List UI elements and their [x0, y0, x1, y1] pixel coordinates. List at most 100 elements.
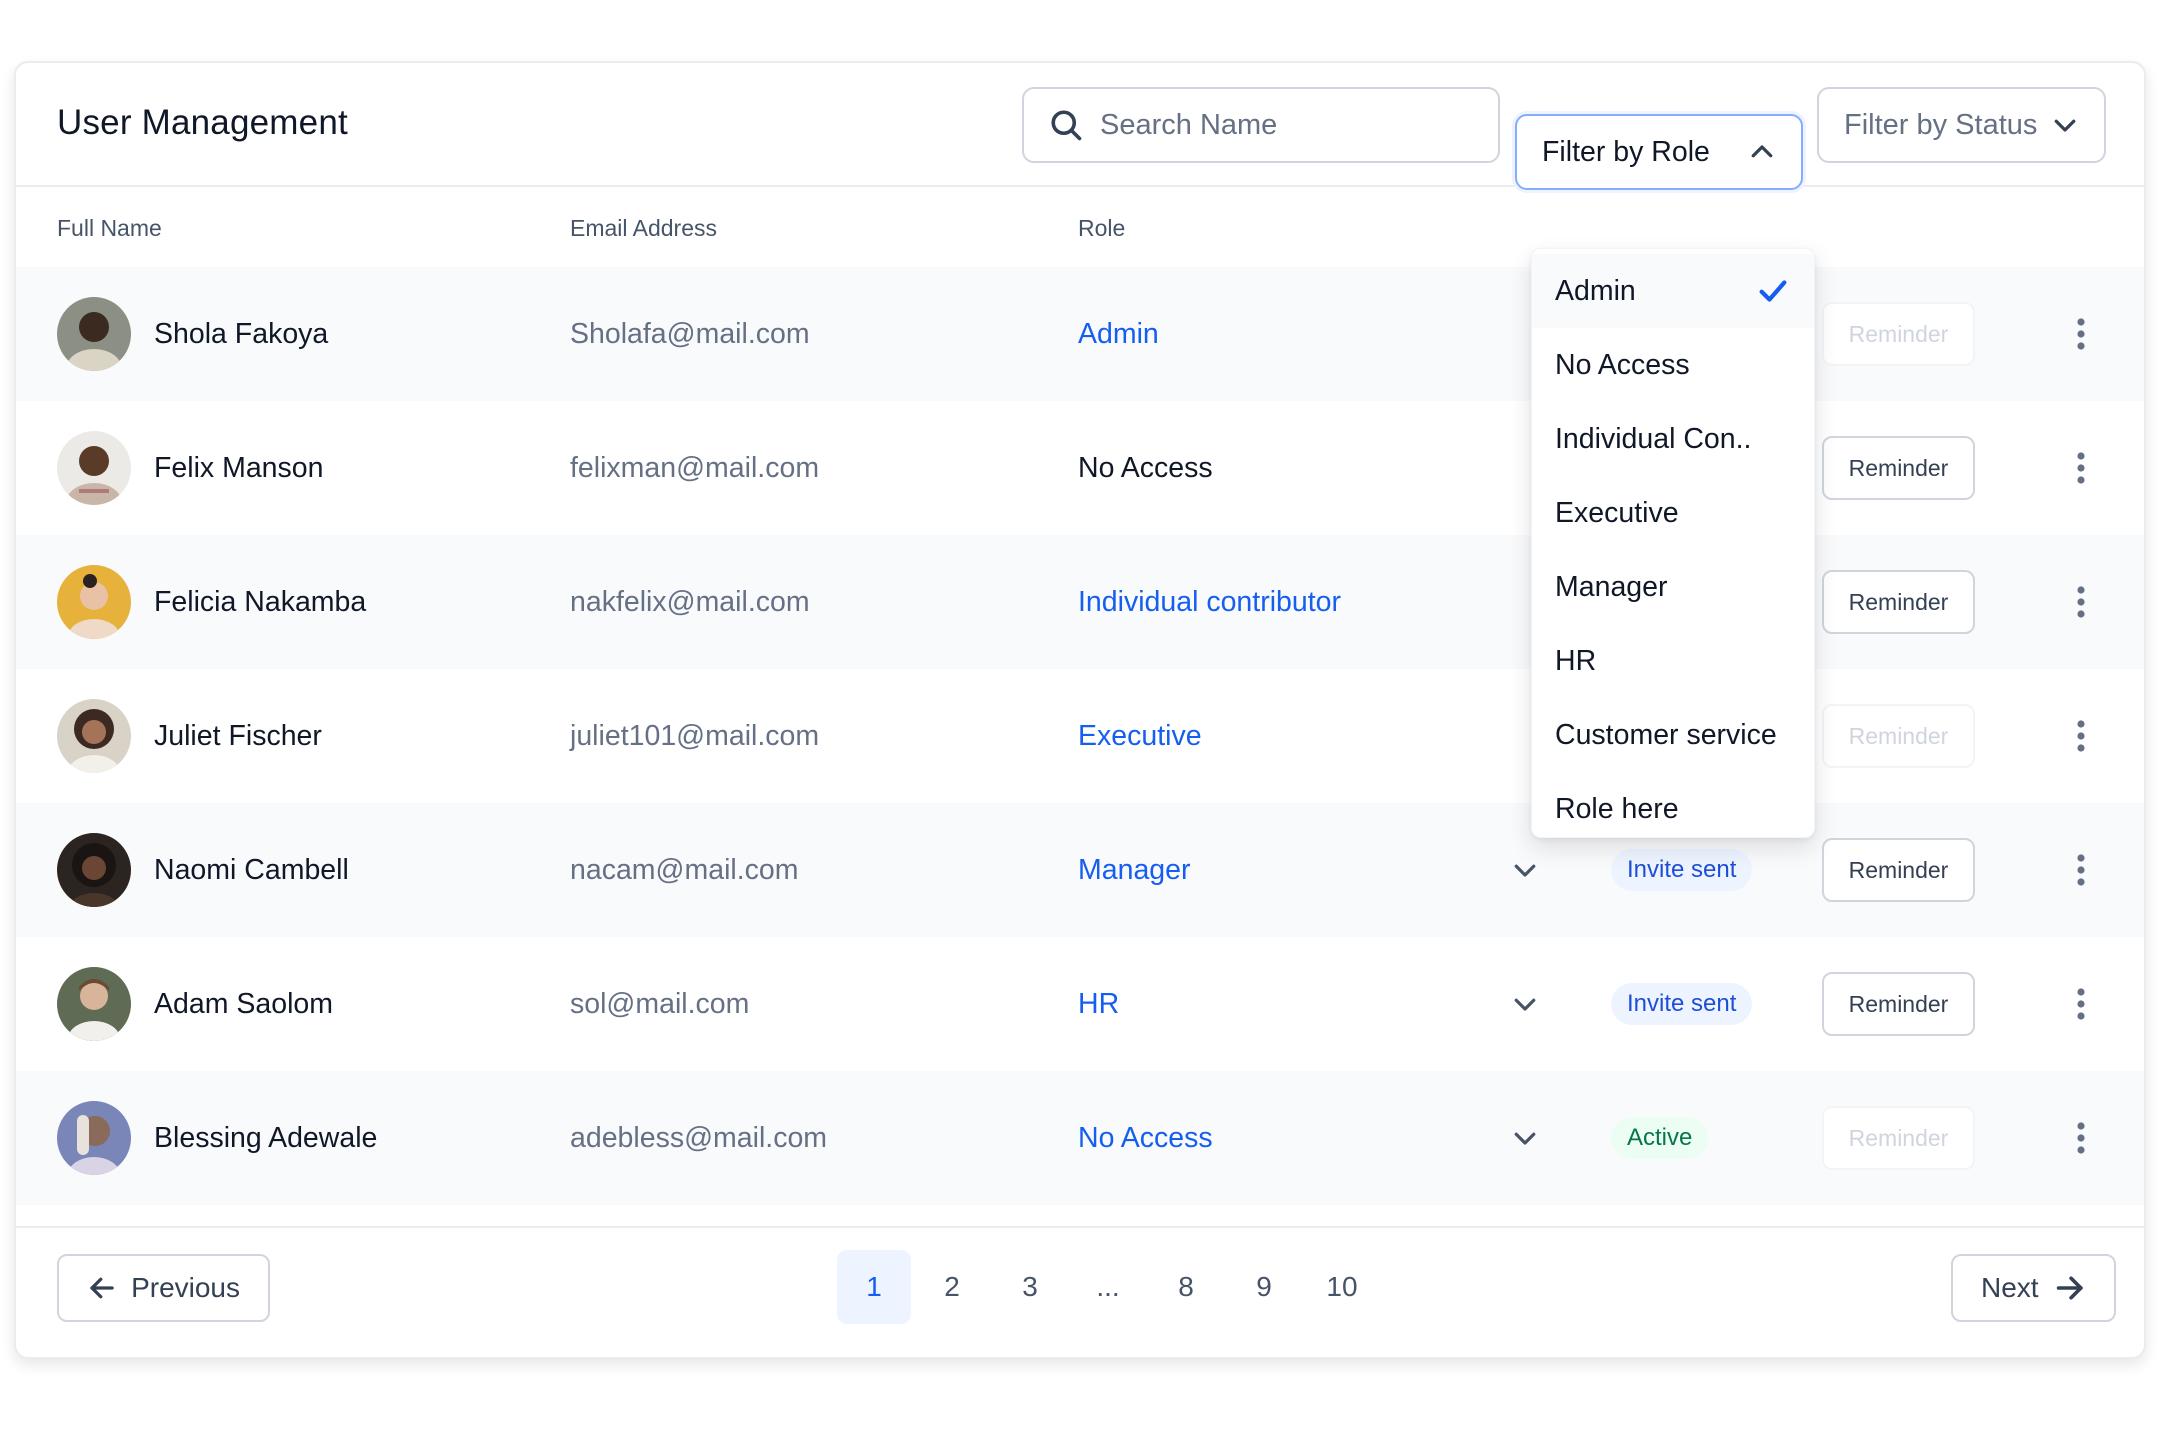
role-option-label: No Access [1555, 348, 1690, 381]
avatar [57, 833, 131, 907]
more-options-icon[interactable] [2075, 582, 2087, 622]
chevron-up-icon [1751, 145, 1773, 158]
table-row: Blessing Adewale adebless@mail.com No Ac… [16, 1071, 2144, 1205]
user-name: Juliet Fischer [154, 720, 322, 752]
reminder-button[interactable]: Reminder [1822, 972, 1975, 1036]
page-title: User Management [57, 103, 348, 142]
arrow-right-icon [2056, 1276, 2083, 1300]
role-option-label: HR [1555, 644, 1597, 677]
role-dropdown-menu: Admin No Access Individual Con.. Executi… [1531, 248, 1815, 838]
role-option-label: Individual Con.. [1555, 422, 1752, 455]
next-page-button[interactable]: Next [1951, 1254, 2116, 1322]
user-role-link[interactable]: No Access [1078, 1122, 1213, 1155]
avatar [57, 431, 131, 505]
role-option-label: Customer service [1555, 718, 1777, 751]
card-header: User Management Filter by Role Filter by… [16, 63, 2144, 190]
filter-by-status-select[interactable]: Filter by Status [1817, 87, 2106, 163]
user-email: juliet101@mail.com [570, 720, 820, 752]
table-header: Full Name Email Address Role [16, 187, 2144, 267]
table-row: Adam Saolom sol@mail.com HR Invite sent … [16, 937, 2144, 1071]
role-option-label: Executive [1555, 496, 1679, 529]
page-button-8[interactable]: 8 [1149, 1250, 1223, 1324]
pagination-bar: Previous 1 2 3 ... 8 9 10 Next [16, 1226, 2144, 1359]
role-option-hr[interactable]: HR [1532, 624, 1814, 698]
role-option-label: Role here [1555, 792, 1679, 825]
previous-page-button[interactable]: Previous [57, 1254, 270, 1322]
role-option-no-access[interactable]: No Access [1532, 328, 1814, 402]
user-management-card: User Management Filter by Role Filter by… [14, 61, 2146, 1359]
status-badge: Invite sent [1611, 983, 1753, 1025]
arrow-left-icon [90, 1277, 114, 1299]
search-box[interactable] [1022, 87, 1500, 163]
role-option-label: Admin [1555, 274, 1636, 307]
role-option-customer-service[interactable]: Customer service [1532, 698, 1814, 772]
user-name: Felix Manson [154, 452, 324, 484]
page-button-9[interactable]: 9 [1227, 1250, 1301, 1324]
previous-label: Previous [131, 1272, 240, 1303]
user-name: Shola Fakoya [154, 318, 329, 350]
status-badge: Invite sent [1611, 849, 1753, 891]
avatar [57, 565, 131, 639]
page-button-3[interactable]: 3 [993, 1250, 1067, 1324]
user-role-link[interactable]: Executive [1078, 720, 1202, 753]
role-option-role-here[interactable]: Role here [1532, 772, 1814, 846]
chevron-down-icon[interactable] [1510, 855, 1540, 885]
user-name: Blessing Adewale [154, 1122, 378, 1154]
page-ellipsis: ... [1096, 1271, 1120, 1302]
user-role-link[interactable]: HR [1078, 988, 1119, 1021]
avatar [57, 297, 131, 371]
reminder-button[interactable]: Reminder [1822, 1106, 1975, 1170]
chevron-down-icon[interactable] [1510, 989, 1540, 1019]
more-options-icon[interactable] [2075, 984, 2087, 1024]
user-email: nakfelix@mail.com [570, 586, 810, 618]
column-header-full-name: Full Name [57, 215, 162, 241]
avatar [57, 699, 131, 773]
user-name: Adam Saolom [154, 988, 334, 1020]
filter-by-role-select[interactable]: Filter by Role [1515, 114, 1803, 190]
chevron-down-icon [2054, 119, 2076, 132]
filter-by-role-label: Filter by Role [1542, 135, 1710, 168]
user-email: Sholafa@mail.com [570, 318, 810, 350]
user-email: felixman@mail.com [570, 452, 820, 484]
more-options-icon[interactable] [2075, 1118, 2087, 1158]
reminder-button[interactable]: Reminder [1822, 302, 1975, 366]
reminder-button[interactable]: Reminder [1822, 436, 1975, 500]
filter-by-status-label: Filter by Status [1844, 108, 2038, 141]
user-email: adebless@mail.com [570, 1122, 828, 1154]
user-email: sol@mail.com [570, 988, 750, 1020]
page-button-10[interactable]: 10 [1305, 1250, 1379, 1324]
avatar [57, 967, 131, 1041]
more-options-icon[interactable] [2075, 850, 2087, 890]
status-badge: Active [1611, 1117, 1709, 1159]
table-row: Juliet Fischer juliet101@mail.com Execut… [16, 669, 2144, 803]
table-row: Shola Fakoya Sholafa@mail.com Admin Remi… [16, 267, 2144, 401]
avatar [57, 1101, 131, 1175]
reminder-button[interactable]: Reminder [1822, 704, 1975, 768]
table-row: Naomi Cambell nacam@mail.com Manager Inv… [16, 803, 2144, 937]
role-option-individual-contributor[interactable]: Individual Con.. [1532, 402, 1814, 476]
checkmark-icon [1759, 280, 1787, 302]
more-options-icon[interactable] [2075, 448, 2087, 488]
user-name: Naomi Cambell [154, 854, 349, 886]
user-role-link[interactable]: Manager [1078, 854, 1190, 887]
page-button-1[interactable]: 1 [837, 1250, 911, 1324]
page-numbers: 1 2 3 ... 8 9 10 [837, 1250, 1379, 1324]
role-option-label: Manager [1555, 570, 1668, 603]
reminder-button[interactable]: Reminder [1822, 570, 1975, 634]
user-name: Felicia Nakamba [154, 586, 367, 618]
user-role-link[interactable]: Admin [1078, 318, 1159, 351]
search-input[interactable] [1100, 108, 1480, 142]
column-header-role: Role [1078, 215, 1126, 241]
page-button-2[interactable]: 2 [915, 1250, 989, 1324]
role-option-manager[interactable]: Manager [1532, 550, 1814, 624]
user-email: nacam@mail.com [570, 854, 799, 886]
role-option-admin[interactable]: Admin [1532, 254, 1814, 328]
chevron-down-icon[interactable] [1510, 1123, 1540, 1153]
more-options-icon[interactable] [2075, 716, 2087, 756]
more-options-icon[interactable] [2075, 314, 2087, 354]
user-role-link[interactable]: Individual contributor [1078, 586, 1341, 619]
next-label: Next [1981, 1272, 2039, 1303]
role-option-executive[interactable]: Executive [1532, 476, 1814, 550]
search-icon [1051, 110, 1082, 141]
reminder-button[interactable]: Reminder [1822, 838, 1975, 902]
